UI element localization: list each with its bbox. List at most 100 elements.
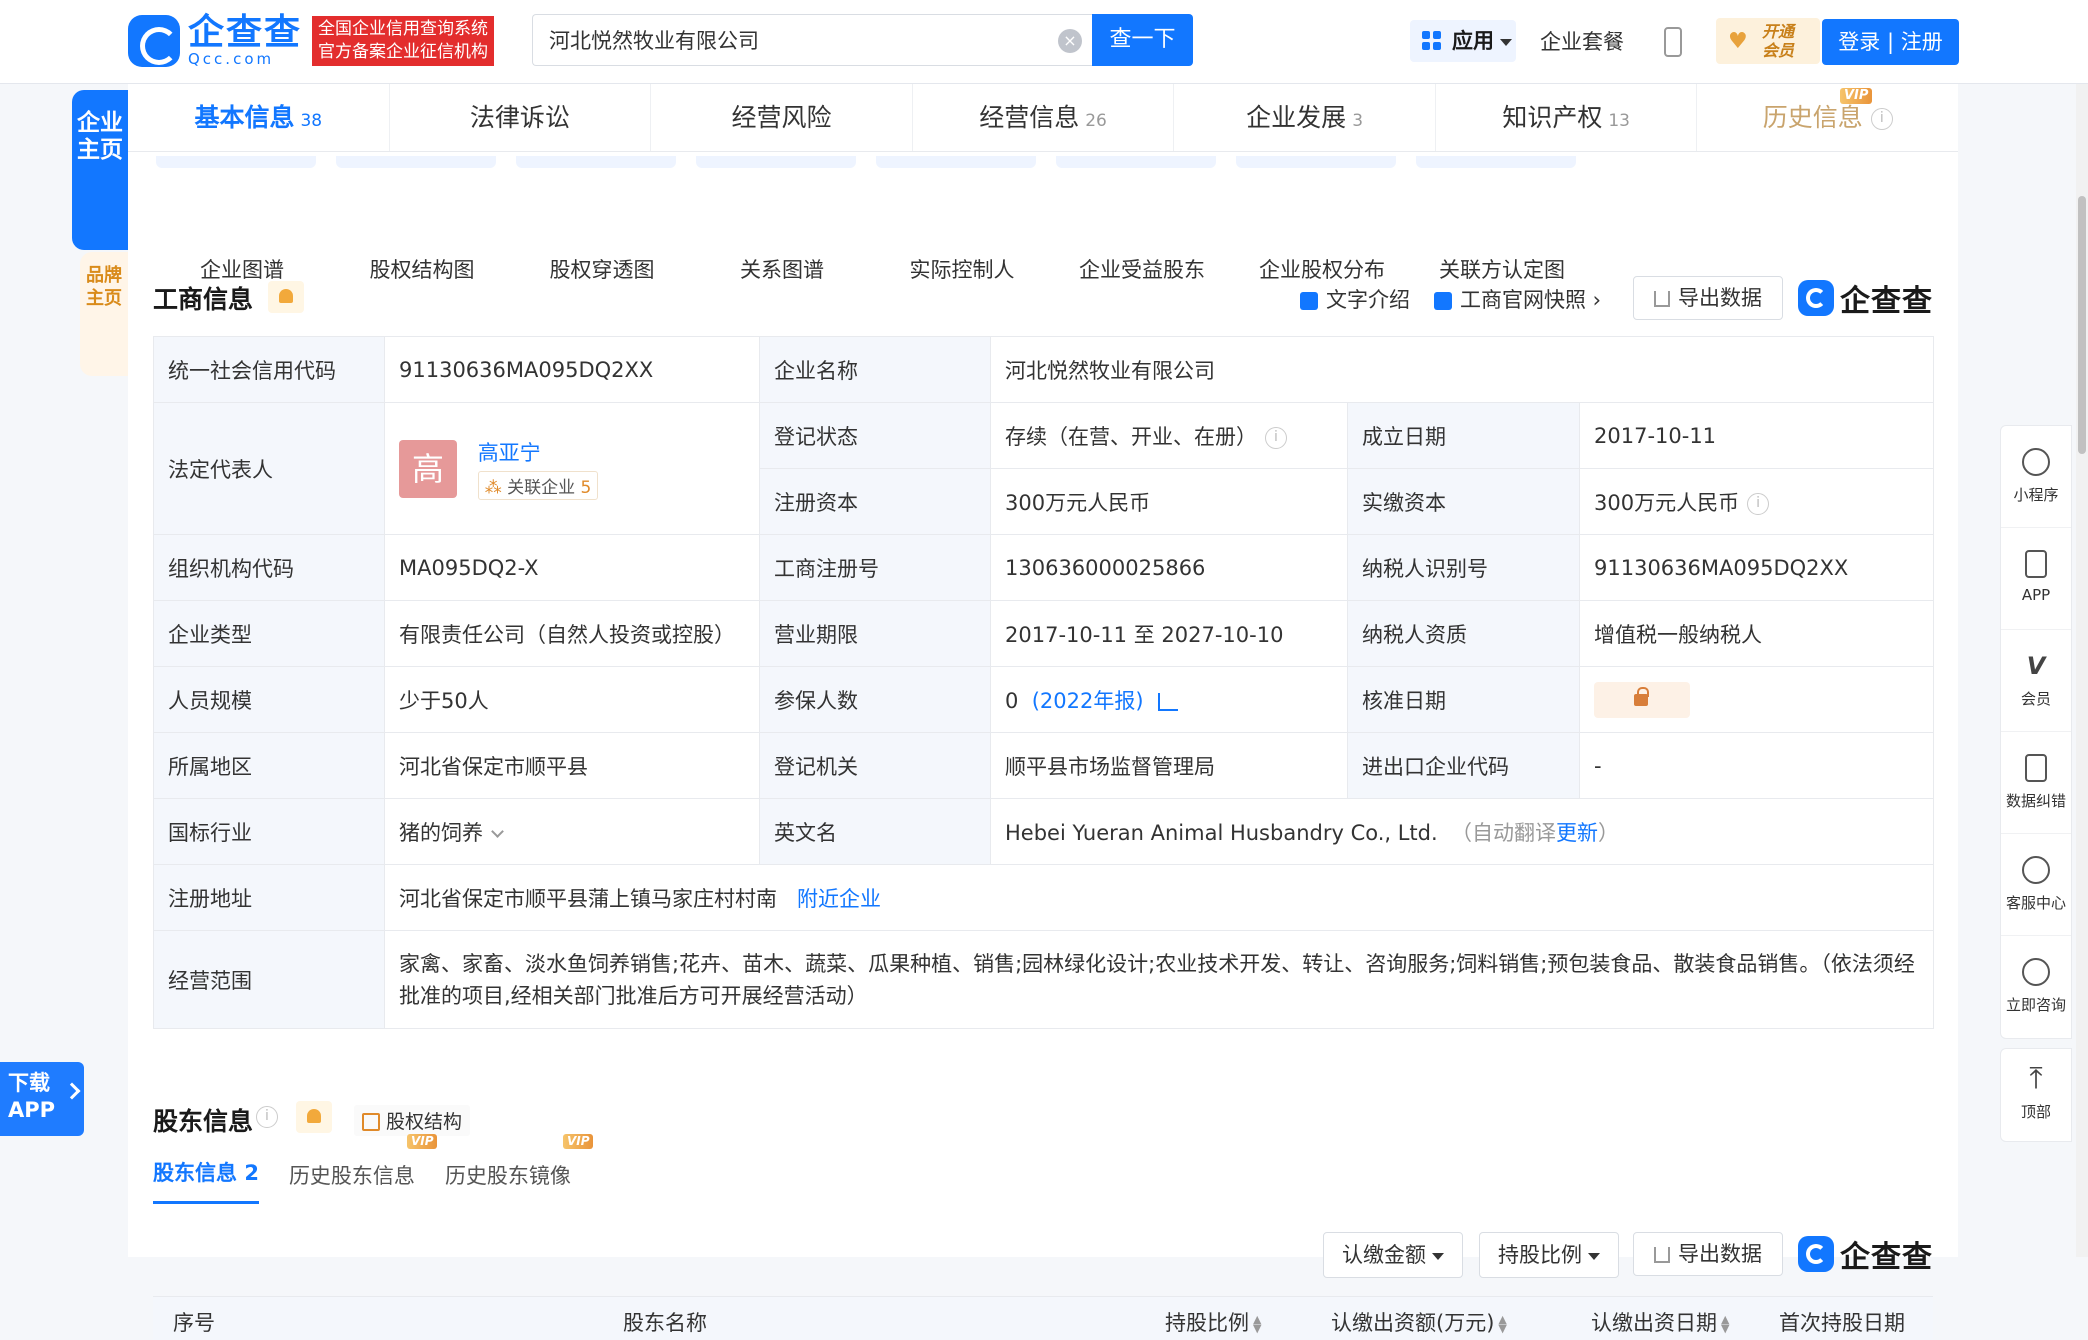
shareholder-tabs: 股东信息 2 VIP 历史股东信息 VIP 历史股东镜像 — [153, 1134, 601, 1204]
network-icon: ⁂ — [484, 478, 508, 498]
download-app-button[interactable]: 下载 APP — [0, 1062, 84, 1136]
tab-operation[interactable]: 经营信息 26 — [913, 84, 1175, 151]
data-correction-label: 数据纠错 — [2005, 792, 2066, 810]
graph-link-relation-map[interactable]: 关系图谱 — [692, 254, 872, 284]
mobile-icon[interactable] — [1664, 27, 1682, 57]
bell-icon[interactable] — [296, 1101, 332, 1133]
graph-thumb[interactable] — [516, 156, 676, 168]
graph-thumb[interactable] — [1236, 156, 1396, 168]
tab-history-mirror[interactable]: VIP 历史股东镜像 — [445, 1134, 594, 1204]
vip-badge: VIP — [562, 1134, 594, 1149]
tax-qualification-label: 纳税人资质 — [1347, 600, 1580, 667]
graph-thumb[interactable] — [1416, 156, 1576, 168]
business-term-value: 2017-10-11 至 2027-10-10 — [990, 600, 1348, 667]
paid-capital-value: 300万元人民币 — [1594, 490, 1740, 515]
back-to-top-button[interactable]: ⤒ 顶部 — [2001, 1049, 2071, 1141]
tab-history-shareholders[interactable]: VIP 历史股东信息 — [288, 1134, 438, 1204]
ratio-dropdown[interactable]: 持股比例 — [1479, 1232, 1619, 1278]
graph-thumb[interactable] — [1056, 156, 1216, 168]
main-card: 基本信息 38 法律诉讼 经营风险 经营信息 26 企业发展 3 知识产权 13 历史信… — [128, 84, 1958, 1340]
chat-icon — [2022, 958, 2050, 986]
edit-icon — [2025, 754, 2047, 782]
graph-thumb[interactable] — [336, 156, 496, 168]
search-input[interactable] — [533, 15, 1094, 65]
snapshot-label: 工商官网快照 — [1460, 288, 1586, 312]
graph-thumb[interactable] — [876, 156, 1036, 168]
company-home-tab[interactable]: 企业主页 — [72, 90, 128, 250]
customer-service-button[interactable]: 客服中心 — [2001, 834, 2071, 936]
annual-report-link[interactable]: (2022年报) — [1032, 689, 1144, 713]
bell-icon[interactable] — [268, 281, 304, 313]
col-name: 股东名称 — [623, 1311, 707, 1335]
import-export-value: - — [1578, 732, 1935, 799]
consult-button[interactable]: 立即咨询 — [2001, 936, 2071, 1038]
tab-legal[interactable]: 法律诉讼 — [390, 84, 652, 151]
app-menu-button[interactable]: 应用 — [1410, 20, 1516, 62]
nearby-companies-link[interactable]: 附近企业 — [797, 887, 881, 911]
info-icon[interactable]: i — [1747, 492, 1770, 515]
info-icon[interactable]: i — [1265, 426, 1287, 449]
industry-label: 国标行业 — [153, 798, 385, 865]
tab-basic-info[interactable]: 基本信息 38 — [128, 84, 390, 151]
reg-no-value: 130636000025866 — [990, 534, 1348, 601]
reg-capital-label: 注册资本 — [759, 468, 991, 535]
equity-structure-link[interactable]: 股权结构 — [354, 1105, 471, 1136]
tab-count: 26 — [1085, 111, 1107, 131]
graph-link-beneficiary[interactable]: 企业受益股东 — [1052, 254, 1232, 284]
staff-size-value: 少于50人 — [384, 666, 760, 733]
graph-link-related-party[interactable]: 关联方认定图 — [1412, 254, 1592, 284]
subscribed-amount-dropdown[interactable]: 认缴金额 — [1323, 1232, 1463, 1278]
tab-label: 历史股东信息 — [288, 1164, 415, 1188]
tab-label: 知识产权 — [1502, 103, 1603, 132]
graph-link-actual-controller[interactable]: 实际控制人 — [872, 254, 1052, 284]
enterprise-suite-link[interactable]: 企业套餐 — [1540, 26, 1624, 56]
logo-text: 企查查 — [188, 12, 303, 53]
col-first-hold-date: 首次持股日期 — [1779, 1311, 1905, 1335]
search-button[interactable]: 查一下 — [1092, 14, 1193, 66]
related-companies-tag[interactable]: ⁂ 关联企业 5 — [477, 471, 599, 500]
tab-development[interactable]: 企业发展 3 — [1174, 84, 1436, 151]
phone-icon — [2025, 550, 2047, 578]
document-icon — [1300, 292, 1318, 310]
app-button[interactable]: APP — [2001, 528, 2071, 630]
company-type-value: 有限责任公司（自然人投资或控股） — [384, 600, 760, 667]
text-intro-link[interactable]: 文字介绍 — [1300, 284, 1410, 314]
app-grid-icon — [1422, 31, 1442, 51]
member-button[interactable]: V 会员 — [2001, 630, 2071, 732]
chevron-down-icon[interactable] — [491, 824, 504, 838]
tab-shareholders[interactable]: 股东信息 2 — [153, 1157, 259, 1204]
col-amount[interactable]: 认缴出资额(万元) ▲ ▼ — [1331, 1307, 1507, 1337]
graph-thumb[interactable] — [696, 156, 856, 168]
shareholder-export-button[interactable]: 导出数据 — [1633, 1232, 1783, 1276]
login-register-button[interactable]: 登录 | 注册 — [1822, 19, 1959, 65]
update-translation-link[interactable]: 更新 — [1556, 821, 1598, 845]
mini-program-button[interactable]: 小程序 — [2001, 426, 2071, 528]
official-snapshot-link[interactable]: 工商官网快照 › — [1434, 284, 1601, 314]
open-vip-button[interactable]: ♥ 开通 会员 — [1716, 18, 1820, 64]
graph-link-equity-penetration[interactable]: 股权穿透图 — [512, 254, 692, 284]
qcc-logo[interactable]: 企查查 Qcc.com 全国企业信用查询系统 官方备案企业征信机构 — [128, 12, 495, 68]
approve-date-label: 核准日期 — [1347, 666, 1580, 733]
data-correction-button[interactable]: 数据纠错 — [2001, 732, 2071, 834]
address-label: 注册地址 — [153, 864, 385, 931]
tab-history[interactable]: 历史信息 i — [1697, 84, 1958, 151]
info-icon[interactable]: i — [256, 1106, 278, 1128]
scrollbar-thumb[interactable] — [2078, 196, 2086, 454]
graph-thumb[interactable] — [156, 156, 316, 168]
brand-home-tab[interactable]: 品牌主页 — [80, 252, 128, 376]
tab-risk[interactable]: 经营风险 — [651, 84, 913, 151]
logo-subtext: Qcc.com — [188, 50, 275, 68]
export-data-button[interactable]: 导出数据 — [1633, 276, 1783, 320]
legal-rep-link[interactable]: 高亚宁 — [478, 437, 599, 467]
chart-icon[interactable] — [1157, 692, 1178, 711]
graph-link-equity-structure[interactable]: 股权结构图 — [332, 254, 512, 284]
clear-search-icon[interactable]: × — [1058, 29, 1082, 53]
vip-lock-icon[interactable] — [1594, 681, 1690, 718]
col-ratio[interactable]: 持股比例 ▲ ▼ — [1165, 1307, 1261, 1337]
tab-ip[interactable]: 知识产权 13 — [1436, 84, 1698, 151]
english-name-value: Hebei Yueran Animal Husbandry Co., Ltd. — [1005, 820, 1438, 845]
app-menu-label: 应用 — [1452, 29, 1494, 53]
graph-link-equity-distribution[interactable]: 企业股权分布 — [1232, 254, 1412, 284]
shareholder-table-header: 序号 股东名称 持股比例 ▲ ▼ 认缴出资额(万元) ▲ ▼ 认缴出资日期 ▲ ▼ 首次持股… — [153, 1296, 1933, 1340]
col-subscribe-date[interactable]: 认缴出资日期 ▲ ▼ — [1591, 1307, 1729, 1337]
